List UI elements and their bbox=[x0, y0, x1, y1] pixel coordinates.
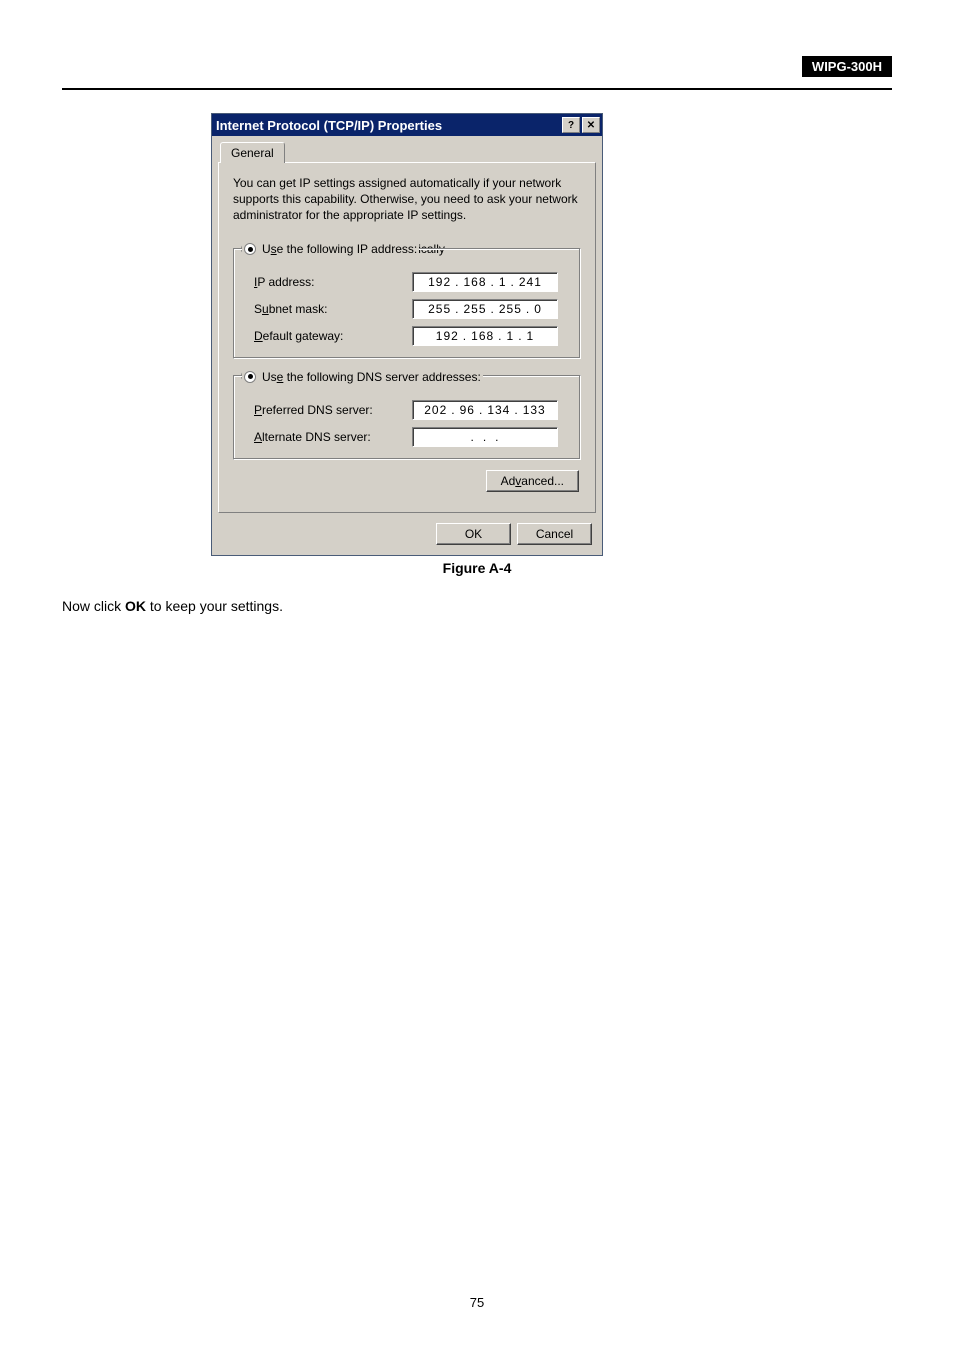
header-rule bbox=[62, 88, 892, 90]
advanced-button[interactable]: Advanced... bbox=[486, 470, 579, 492]
radio-icon bbox=[244, 243, 256, 255]
radio-icon bbox=[244, 371, 256, 383]
default-gateway-input[interactable]: 192.168.1.1 bbox=[412, 326, 558, 346]
default-gateway-row: Default gateway: 192.168.1.1 bbox=[254, 326, 568, 346]
preferred-dns-row: Preferred DNS server: 202.96.134.133 bbox=[254, 400, 568, 420]
tab-general[interactable]: General bbox=[220, 142, 285, 163]
preferred-dns-input[interactable]: 202.96.134.133 bbox=[412, 400, 558, 420]
dialog-titlebar: Internet Protocol (TCP/IP) Properties ? … bbox=[212, 114, 602, 136]
dialog-description: You can get IP settings assigned automat… bbox=[233, 175, 581, 224]
preferred-dns-label: Preferred DNS server: bbox=[254, 403, 412, 417]
close-button[interactable]: ✕ bbox=[582, 117, 600, 133]
instruction-text: Now click OK to keep your settings. bbox=[62, 598, 283, 614]
dialog-body: General You can get IP settings assigned… bbox=[212, 136, 602, 555]
ip-address-row: IP address: 192.168.1.241 bbox=[254, 272, 568, 292]
ip-address-input[interactable]: 192.168.1.241 bbox=[412, 272, 558, 292]
dns-group: Use the following DNS server addresses: … bbox=[233, 375, 581, 460]
cancel-button[interactable]: Cancel bbox=[517, 523, 592, 545]
default-gateway-label: Default gateway: bbox=[254, 329, 412, 343]
ip-address-label: IP address: bbox=[254, 275, 412, 289]
alternate-dns-input[interactable]: ... bbox=[412, 427, 558, 447]
radio-label: Use the following IP address: bbox=[262, 242, 417, 256]
ip-address-group: Use the following IP address: IP address… bbox=[233, 248, 581, 360]
figure-caption: Figure A-4 bbox=[0, 560, 954, 576]
radio-use-dns[interactable]: Use the following DNS server addresses: bbox=[244, 370, 481, 384]
subnet-mask-input[interactable]: 255.255.255.0 bbox=[412, 299, 558, 319]
alternate-dns-row: Alternate DNS server: ... bbox=[254, 427, 568, 447]
page-number: 75 bbox=[0, 1295, 954, 1310]
radio-label: Use the following DNS server addresses: bbox=[262, 370, 481, 384]
ok-button[interactable]: OK bbox=[436, 523, 511, 545]
alternate-dns-label: Alternate DNS server: bbox=[254, 430, 412, 444]
help-button[interactable]: ? bbox=[562, 117, 580, 133]
dialog-title: Internet Protocol (TCP/IP) Properties bbox=[216, 118, 562, 133]
radio-use-ip[interactable]: Use the following IP address: bbox=[244, 242, 417, 256]
subnet-mask-label: Subnet mask: bbox=[254, 302, 412, 316]
tcpip-properties-dialog: Internet Protocol (TCP/IP) Properties ? … bbox=[211, 113, 603, 556]
model-badge: WIPG-300H bbox=[802, 56, 892, 77]
subnet-mask-row: Subnet mask: 255.255.255.0 bbox=[254, 299, 568, 319]
